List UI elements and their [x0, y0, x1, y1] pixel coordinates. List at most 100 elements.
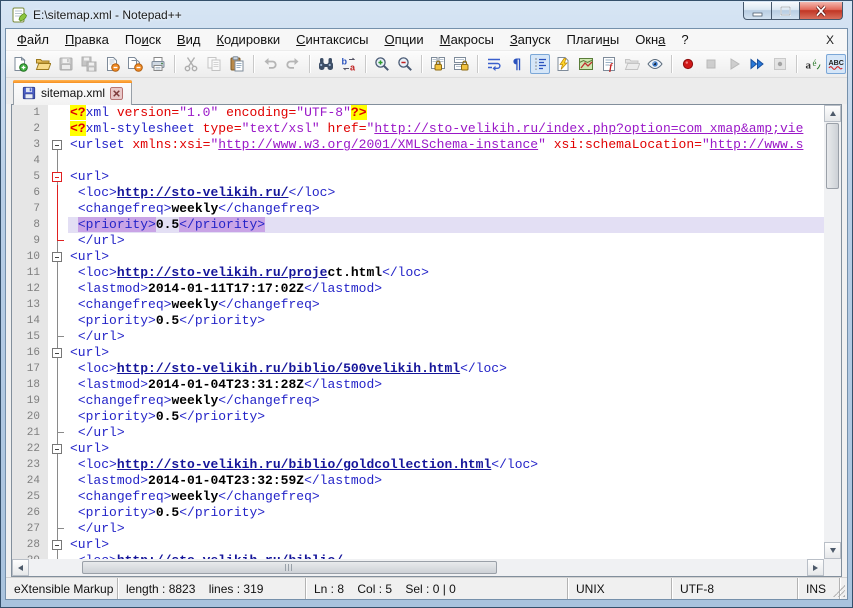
code-text[interactable]: <changefreq>weekly</changefreq>	[68, 489, 824, 505]
code-text[interactable]: </url>	[68, 521, 824, 537]
code-text[interactable]: <loc>http://sto-velikih.ru/project.html<…	[68, 265, 824, 281]
status-cursor: Ln : 8 Col : 5 Sel : 0 | 0	[306, 578, 568, 599]
user-defined-language-button[interactable]	[553, 54, 573, 74]
scroll-up-button[interactable]	[824, 105, 841, 122]
find-button[interactable]	[316, 54, 336, 74]
titlebar[interactable]: E:\sitemap.xml - Notepad++	[5, 1, 848, 28]
menu-encoding[interactable]: Кодировки	[208, 30, 288, 49]
tab-close-icon[interactable]	[110, 87, 123, 100]
line-number: 8	[12, 217, 48, 233]
monitoring-button[interactable]	[645, 54, 665, 74]
fold-margin[interactable]	[48, 137, 68, 153]
tab-sitemap-xml[interactable]: sitemap.xml	[13, 80, 132, 105]
code-text[interactable]: <priority>0.5</priority>	[68, 313, 824, 329]
maximize-button[interactable]	[772, 2, 799, 20]
fold-margin[interactable]	[48, 441, 68, 457]
menu-plugins[interactable]: Плагины	[558, 30, 627, 49]
code-text[interactable]: <url>	[68, 537, 824, 553]
sync-horizontal-scroll-button[interactable]	[451, 54, 471, 74]
code-text[interactable]: <lastmod>2014-01-11T17:17:02Z</lastmod>	[68, 281, 824, 297]
show-all-characters-button[interactable]: ¶	[507, 54, 527, 74]
menu-help[interactable]: ?	[673, 30, 696, 49]
code-area[interactable]: 1<?xml version="1.0" encoding="UTF-8"?>2…	[12, 105, 824, 559]
menu-run[interactable]: Запуск	[502, 30, 559, 49]
macro-run-multiple-button[interactable]	[747, 54, 767, 74]
fold-margin	[48, 217, 68, 233]
print-button[interactable]	[148, 54, 168, 74]
code-text[interactable]: <priority>0.5</priority>	[68, 505, 824, 521]
horizontal-scroll-thumb[interactable]	[82, 561, 497, 574]
code-line-28: 28<url>	[12, 537, 824, 553]
scroll-down-button[interactable]	[824, 542, 841, 559]
code-text[interactable]: <urlset xmlns:xsi="http://www.w3.org/200…	[68, 137, 824, 153]
open-file-button[interactable]	[33, 54, 53, 74]
code-text[interactable]: </url>	[68, 233, 824, 249]
code-text[interactable]: <loc>http://sto-velikih.ru/</loc>	[68, 185, 824, 201]
code-text[interactable]: <?xml version="1.0" encoding="UTF-8"?>	[68, 105, 824, 121]
code-text[interactable]: <changefreq>weekly</changefreq>	[68, 393, 824, 409]
vertical-scroll-thumb[interactable]	[826, 123, 839, 189]
zoom-out-button[interactable]	[395, 54, 415, 74]
code-text[interactable]: <lastmod>2014-01-04T23:32:59Z</lastmod>	[68, 473, 824, 489]
zoom-in-button[interactable]	[372, 54, 392, 74]
toolbar-separator	[309, 55, 310, 73]
code-text[interactable]: </url>	[68, 425, 824, 441]
sync-vertical-scroll-button[interactable]	[428, 54, 448, 74]
code-text[interactable]: <changefreq>weekly</changefreq>	[68, 297, 824, 313]
code-text[interactable]: <loc>http://sto-velikih.ru/biblio/goldco…	[68, 457, 824, 473]
macro-record-button[interactable]	[678, 54, 698, 74]
menu-language[interactable]: Синтаксисы	[288, 30, 376, 49]
fold-margin[interactable]	[48, 169, 68, 185]
code-text[interactable]: <changefreq>weekly</changefreq>	[68, 201, 824, 217]
code-text[interactable]	[68, 153, 824, 169]
code-line-6: 6 <loc>http://sto-velikih.ru/</loc>	[12, 185, 824, 201]
code-text[interactable]: <url>	[68, 169, 824, 185]
scroll-right-button[interactable]	[807, 559, 824, 576]
window-controls	[743, 2, 843, 20]
line-number: 19	[12, 393, 48, 409]
paste-button[interactable]	[227, 54, 247, 74]
toolbar-separator	[253, 55, 254, 73]
menu-search[interactable]: Поиск	[117, 30, 169, 49]
resize-grip[interactable]	[833, 585, 845, 597]
document-map-button[interactable]	[576, 54, 596, 74]
spell-check-button[interactable]: ABC	[826, 54, 846, 74]
minimize-button[interactable]	[743, 2, 772, 20]
code-line-16: 16<url>	[12, 345, 824, 361]
code-text[interactable]: <url>	[68, 345, 824, 361]
copy-button	[204, 54, 224, 74]
code-text[interactable]: <?xml-stylesheet type="text/xsl" href="h…	[68, 121, 824, 137]
code-text[interactable]: <url>	[68, 249, 824, 265]
client-area: ФайлПравкаПоискВидКодировкиСинтаксисыОпц…	[5, 28, 848, 600]
close-all-button[interactable]	[125, 54, 145, 74]
word-wrap-button[interactable]	[484, 54, 504, 74]
code-text[interactable]: <priority>0.5</priority>	[68, 217, 824, 233]
code-text[interactable]: </url>	[68, 329, 824, 345]
character-panel-button[interactable]: aé	[803, 54, 823, 74]
fold-margin[interactable]	[48, 249, 68, 265]
cut-button	[181, 54, 201, 74]
code-text[interactable]: <url>	[68, 441, 824, 457]
toolbar-separator	[671, 55, 672, 73]
indent-guide-button[interactable]	[530, 54, 550, 74]
menu-file[interactable]: Файл	[9, 30, 57, 49]
menu-view[interactable]: Вид	[169, 30, 209, 49]
code-text[interactable]: <loc>http://sto-velikih.ru/biblio/500vel…	[68, 361, 824, 377]
scroll-left-button[interactable]	[12, 559, 29, 576]
close-file-button[interactable]	[102, 54, 122, 74]
menu-settings[interactable]: Опции	[376, 30, 431, 49]
function-list-button[interactable]: f	[599, 54, 619, 74]
menubar-close-button[interactable]: X	[826, 33, 847, 47]
close-button[interactable]	[799, 2, 843, 20]
code-text[interactable]: <lastmod>2014-01-04T23:31:28Z</lastmod>	[68, 377, 824, 393]
new-file-button[interactable]	[10, 54, 30, 74]
tab-label: sitemap.xml	[41, 86, 105, 100]
replace-button[interactable]: ba	[339, 54, 359, 74]
svg-text:é: é	[813, 58, 817, 68]
code-text[interactable]: <priority>0.5</priority>	[68, 409, 824, 425]
fold-margin[interactable]	[48, 537, 68, 553]
fold-margin[interactable]	[48, 345, 68, 361]
menu-window[interactable]: Окна	[627, 30, 673, 49]
menu-edit[interactable]: Правка	[57, 30, 117, 49]
menu-macro[interactable]: Макросы	[432, 30, 502, 49]
